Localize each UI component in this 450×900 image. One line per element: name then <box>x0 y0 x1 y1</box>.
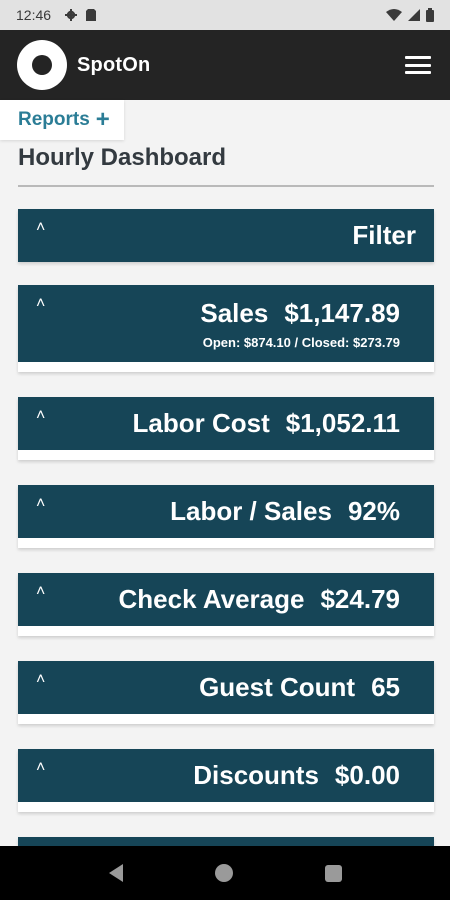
status-indicators <box>386 8 434 22</box>
sales-card-body <box>18 362 434 372</box>
check-average-label: Check Average <box>118 584 305 614</box>
chevron-up-icon: ˄ <box>36 407 46 424</box>
app-header: SpotOn <box>0 30 450 100</box>
discounts-card-body <box>18 802 434 812</box>
guest-count-card: ˄ Guest Count 65 <box>18 661 434 724</box>
discounts-value: $0.00 <box>334 760 400 790</box>
filter-label: Filter <box>352 220 416 250</box>
discounts-label: Discounts <box>193 760 319 790</box>
chevron-up-icon: ˄ <box>36 759 46 776</box>
chevron-up-icon: ˄ <box>36 671 46 688</box>
labor-cost-label: Labor Cost <box>132 408 270 438</box>
hamburger-menu-icon[interactable] <box>403 53 433 77</box>
labor-sales-label: Labor / Sales <box>170 496 332 526</box>
labor-cost-card-header[interactable]: ˄ Labor Cost $1,052.11 <box>18 397 434 450</box>
chevron-up-icon: ˄ <box>36 219 46 236</box>
labor-cost-card: ˄ Labor Cost $1,052.11 <box>18 397 434 460</box>
status-bar: 12:46 <box>0 0 450 30</box>
status-time: 12:46 <box>16 7 52 23</box>
sales-value: $1,147.89 <box>284 297 400 328</box>
sales-card-header[interactable]: ˄ Sales $1,147.89 Open: $874.10 / Closed… <box>18 285 434 362</box>
sales-breakdown: Open: $874.10 / Closed: $273.79 <box>202 334 400 350</box>
guest-count-card-body <box>18 714 434 724</box>
check-average-card-header[interactable]: ˄ Check Average $24.79 <box>18 573 434 626</box>
check-average-card: ˄ Check Average $24.79 <box>18 573 434 636</box>
labor-sales-card: ˄ Labor / Sales 92% <box>18 485 434 548</box>
chevron-up-icon: ˄ <box>36 495 46 512</box>
battery-icon <box>426 8 434 22</box>
check-average-card-body <box>18 626 434 636</box>
discounts-card-header[interactable]: ˄ Discounts $0.00 <box>18 749 434 802</box>
gear-icon <box>65 9 78 21</box>
signal-icon <box>408 9 420 21</box>
page-title: Hourly Dashboard <box>18 144 227 171</box>
filter-card-header[interactable]: ˄ Filter <box>18 209 434 262</box>
recent-apps-icon[interactable] <box>324 864 342 882</box>
chevron-up-icon: ˄ <box>36 295 46 312</box>
check-average-value: $24.79 <box>320 584 400 614</box>
labor-cost-card-body <box>18 450 434 460</box>
chevron-up-icon: ˄ <box>36 583 46 600</box>
labor-sales-card-body <box>18 538 434 548</box>
labor-sales-value: 92% <box>347 496 400 526</box>
next-card[interactable] <box>18 837 434 846</box>
guest-count-card-header[interactable]: ˄ Guest Count 65 <box>18 661 434 714</box>
system-nav-bar <box>0 846 450 900</box>
reports-button[interactable]: Reports + <box>0 100 124 140</box>
sim-card-icon <box>86 9 97 21</box>
reports-label: Reports <box>18 109 90 130</box>
back-icon[interactable] <box>108 864 123 882</box>
discounts-card: ˄ Discounts $0.00 <box>18 749 434 812</box>
wifi-icon <box>386 9 402 21</box>
spoton-logo-icon <box>17 40 67 90</box>
brand-name: SpotOn <box>77 53 151 76</box>
labor-cost-value: $1,052.11 <box>285 408 400 438</box>
home-icon[interactable] <box>214 864 233 882</box>
plus-icon: + <box>95 106 110 133</box>
guest-count-label: Guest Count <box>199 672 356 702</box>
sales-label: Sales <box>200 297 269 328</box>
title-divider <box>18 185 434 187</box>
filter-card: ˄ Filter <box>18 209 434 262</box>
labor-sales-card-header[interactable]: ˄ Labor / Sales 92% <box>18 485 434 538</box>
sales-card: ˄ Sales $1,147.89 Open: $874.10 / Closed… <box>18 285 434 372</box>
guest-count-value: 65 <box>371 672 400 702</box>
